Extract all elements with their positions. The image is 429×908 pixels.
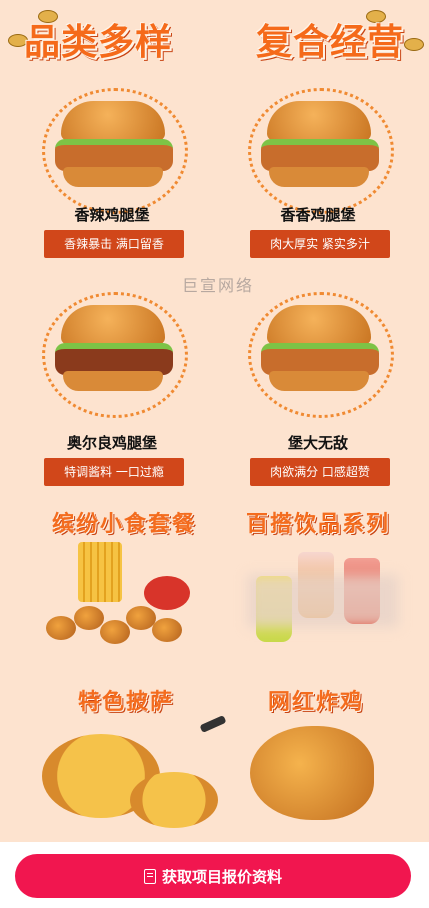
fried-chicken-image (236, 716, 386, 828)
page: 品类多样 复合经营 香辣鸡腿堡 香辣暴击 满口留香 香香鸡腿堡 肉大厚实 紧实多… (0, 0, 429, 908)
pizza-image (40, 715, 227, 832)
burger-name: 奥尔良鸡腿堡 (66, 434, 157, 452)
section-title-snacks: 缤纷小食套餐 (52, 512, 197, 537)
banner-title-right: 复合经营 (255, 22, 404, 63)
section-title-drinks: 百搭饮品系列 (246, 512, 391, 537)
burger-name: 堡大无敌 (287, 434, 348, 452)
burger-tag: 肉大厚实 紧实多汁 (250, 230, 390, 258)
blurred-text (248, 575, 398, 627)
document-icon (143, 868, 156, 884)
banner-title-left: 品类多样 (24, 22, 173, 63)
burger-name: 香辣鸡腿堡 (74, 206, 150, 224)
burger-image (248, 292, 394, 418)
section-title-fried-chicken: 网红炸鸡 (268, 690, 365, 715)
cta-bar: 获取项目报价资料 (0, 842, 429, 908)
banner-title: 品类多样 复合经营 (24, 14, 404, 64)
burger-tag: 特调酱料 一口过瘾 (44, 458, 184, 486)
burger-image (42, 88, 188, 214)
burger-name: 香香鸡腿堡 (280, 206, 356, 224)
burger-tag: 香辣暴击 满口留香 (44, 230, 184, 258)
get-quote-label: 获取项目报价资料 (161, 867, 282, 886)
snack-image (40, 540, 230, 660)
burger-image (42, 292, 188, 418)
get-quote-button[interactable]: 获取项目报价资料 (15, 854, 411, 898)
section-title-pizza: 特色披萨 (78, 690, 175, 715)
watermark: 巨宣网络 (182, 276, 255, 295)
banner: 品类多样 复合经营 (0, 0, 429, 82)
burger-image (248, 88, 394, 214)
burger-tag: 肉欲满分 口感超赞 (250, 458, 390, 486)
coin-icon (404, 38, 424, 51)
